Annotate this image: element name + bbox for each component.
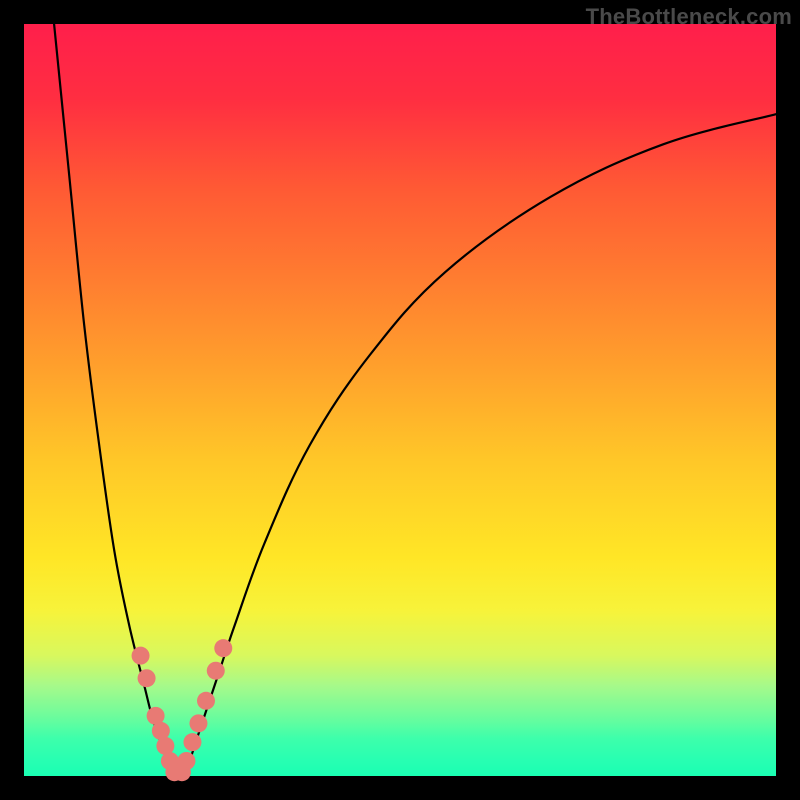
- watermark-text: TheBottleneck.com: [586, 4, 792, 30]
- curve-layer: [24, 24, 776, 776]
- data-marker: [183, 733, 201, 751]
- data-marker: [207, 662, 225, 680]
- data-marker: [214, 639, 232, 657]
- data-marker: [197, 692, 215, 710]
- curve-right: [182, 114, 776, 776]
- data-marker: [138, 669, 156, 687]
- data-marker: [132, 647, 150, 665]
- data-marker: [189, 714, 207, 732]
- chart-plot-area: [24, 24, 776, 776]
- data-marker: [177, 752, 195, 770]
- marker-group: [132, 639, 233, 781]
- curve-left: [54, 24, 174, 776]
